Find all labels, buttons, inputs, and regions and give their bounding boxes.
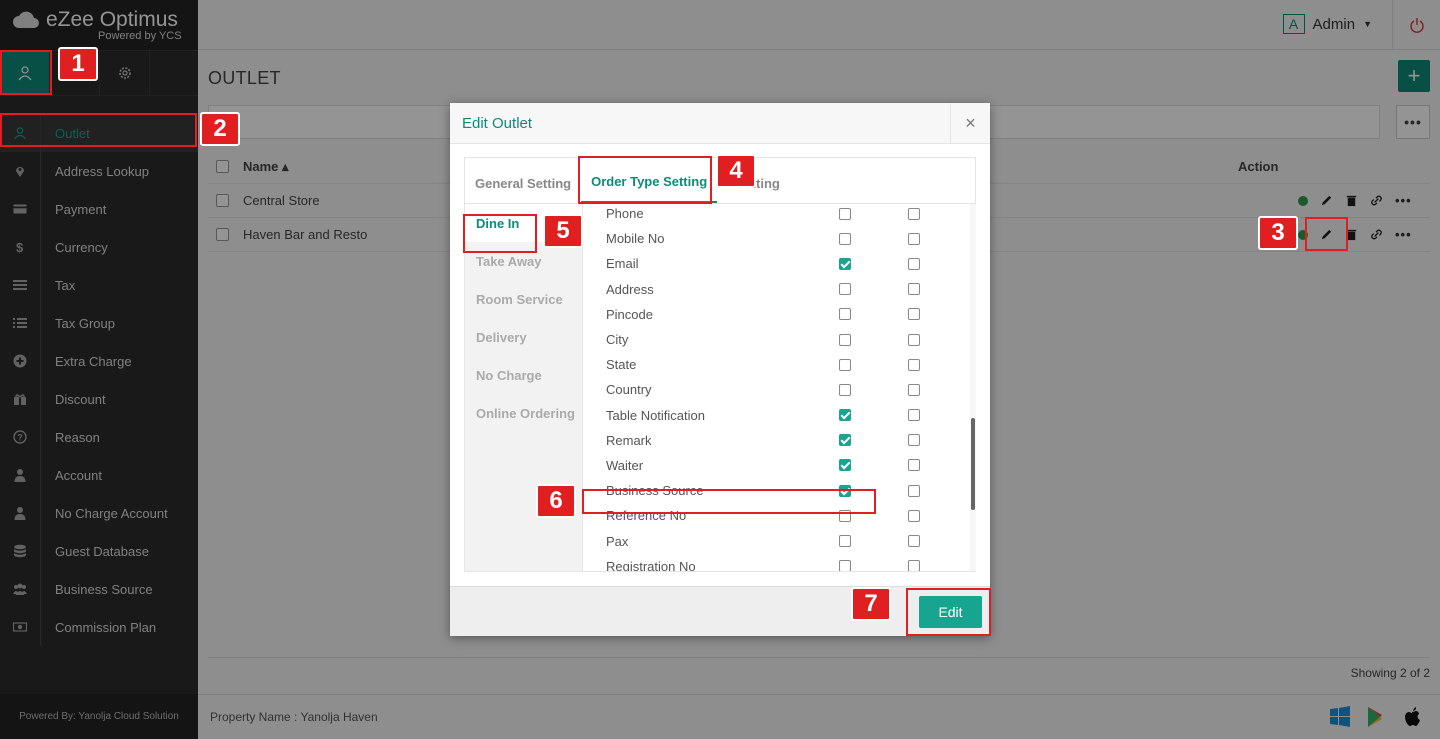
field-label: Table Notification [606, 407, 705, 423]
field-label: Address [606, 281, 654, 297]
field-mandatory-checkbox[interactable] [908, 207, 920, 220]
field-label: Registration No [606, 558, 696, 571]
annotation-box-4 [578, 156, 712, 204]
close-icon: × [965, 113, 976, 133]
field-row: Mobile No [584, 226, 976, 251]
field-mandatory-checkbox[interactable] [908, 484, 920, 497]
field-mandatory-checkbox[interactable] [908, 560, 920, 571]
field-label: Waiter [606, 457, 644, 473]
annotation-box-3 [1305, 217, 1348, 251]
field-mandatory-checkbox[interactable] [908, 358, 920, 371]
field-mandatory-checkbox[interactable] [908, 459, 920, 472]
field-label: Phone [606, 206, 644, 222]
annotation-label-7: 7 [851, 587, 891, 621]
field-show-checkbox[interactable] [839, 560, 851, 571]
annotation-label-2: 2 [200, 112, 240, 146]
annotation-label-6: 6 [536, 484, 576, 518]
annotation-label-4: 4 [716, 154, 756, 188]
tab-general-setting[interactable]: General Setting [465, 176, 581, 203]
field-show-checkbox[interactable] [839, 232, 851, 245]
field-show-checkbox[interactable] [839, 535, 851, 548]
annotation-box-1 [0, 50, 52, 95]
field-mandatory-checkbox[interactable] [908, 283, 920, 296]
field-mandatory-checkbox[interactable] [908, 333, 920, 346]
field-mandatory-checkbox[interactable] [908, 232, 920, 245]
field-label: Pax [606, 533, 629, 549]
field-row: Address [584, 277, 976, 302]
field-row: Email [584, 251, 976, 276]
field-show-checkbox[interactable] [839, 434, 851, 447]
field-mandatory-checkbox[interactable] [908, 308, 920, 321]
field-row: Country [584, 377, 976, 402]
field-row: Pax [584, 528, 976, 553]
field-show-checkbox[interactable] [839, 257, 851, 270]
field-label: City [606, 332, 629, 348]
field-mandatory-checkbox[interactable] [908, 409, 920, 422]
field-show-checkbox[interactable] [839, 308, 851, 321]
field-show-checkbox[interactable] [839, 333, 851, 346]
modal-title: Edit Outlet [450, 103, 990, 144]
order-type-delivery[interactable]: Delivery [465, 318, 582, 356]
field-row: Registration No [584, 554, 976, 571]
field-mandatory-checkbox[interactable] [908, 257, 920, 270]
field-row: State [584, 352, 976, 377]
order-type-online-ordering[interactable]: Online Ordering [465, 394, 582, 432]
field-show-checkbox[interactable] [839, 207, 851, 220]
field-row: Phone [584, 204, 976, 226]
annotation-label-5: 5 [543, 214, 583, 248]
field-label: Mobile No [606, 231, 665, 247]
order-type-no-charge[interactable]: No Charge [465, 356, 582, 394]
field-row: Waiter [584, 453, 976, 478]
field-label: Email [606, 256, 639, 272]
field-show-checkbox[interactable] [839, 383, 851, 396]
fields-scrollbar[interactable] [970, 204, 976, 571]
field-show-checkbox[interactable] [839, 358, 851, 371]
field-row: Pincode [584, 302, 976, 327]
annotation-box-5 [463, 214, 537, 253]
field-label: Remark [606, 432, 652, 448]
field-mandatory-checkbox[interactable] [908, 434, 920, 447]
annotation-label-1: 1 [58, 47, 98, 81]
field-mandatory-checkbox[interactable] [908, 509, 920, 522]
field-row: City [584, 327, 976, 352]
field-row: Remark [584, 428, 976, 453]
field-show-checkbox[interactable] [839, 409, 851, 422]
close-modal-button[interactable]: × [950, 103, 990, 144]
field-show-checkbox[interactable] [839, 283, 851, 296]
field-label: Pincode [606, 306, 653, 322]
field-show-checkbox[interactable] [839, 459, 851, 472]
annotation-box-7 [906, 588, 991, 636]
field-label: State [606, 357, 637, 373]
annotation-label-3: 3 [1258, 216, 1298, 250]
field-row: Table Notification [584, 403, 976, 428]
field-mandatory-checkbox[interactable] [908, 383, 920, 396]
annotation-box-2 [0, 113, 197, 147]
field-mandatory-checkbox[interactable] [908, 535, 920, 548]
field-label: Country [606, 382, 652, 398]
annotation-box-6 [582, 489, 876, 514]
order-type-room-service[interactable]: Room Service [465, 280, 582, 318]
